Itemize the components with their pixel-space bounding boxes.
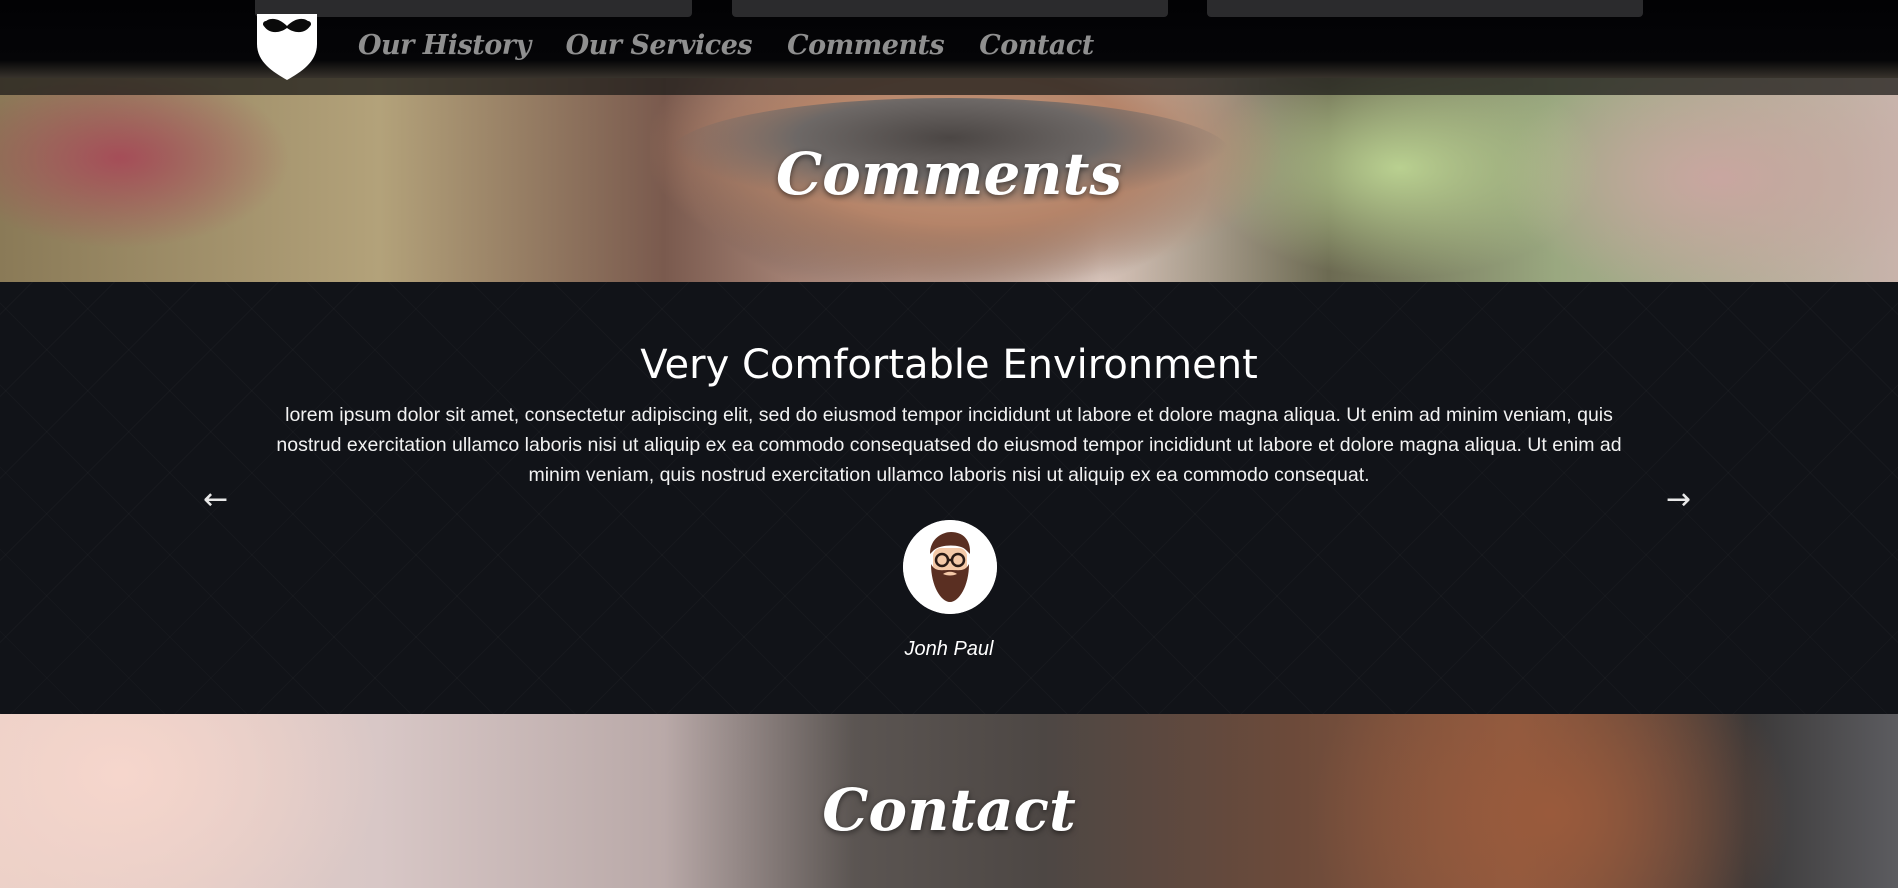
top-dropdown-panel [255,0,692,17]
contact-hero-banner: Contact [0,714,1898,888]
nav-link-comments[interactable]: Comments [787,30,945,61]
comments-section-title: Comments [775,140,1123,208]
nav-link-our-services[interactable]: Our Services [566,30,753,61]
testimonial-text: lorem ipsum dolor sit amet, consectetur … [276,404,1622,486]
testimonial-title: Very Comfortable Environment [640,342,1258,388]
bearded-man-avatar-icon [903,520,997,614]
top-dropdown-panel [732,0,1168,17]
main-nav: Our History Our Services Comments Contac… [358,30,1094,61]
slider-prev-arrow-icon[interactable]: ← [203,482,228,517]
nav-link-our-history[interactable]: Our History [358,30,531,61]
slider-next-arrow-icon[interactable]: → [1666,482,1691,517]
comments-hero-banner: Comments [0,78,1898,282]
navbar-shadow-strip [0,78,1898,95]
contact-section-title: Contact [822,776,1076,844]
top-navbar: Our History Our Services Comments Contac… [0,0,1898,95]
mustache-shield-logo-icon[interactable] [255,0,319,80]
nav-link-contact[interactable]: Contact [979,30,1094,61]
testimonial-slider: Very Comfortable Environment lorem ipsum… [0,282,1898,714]
top-dropdown-panel [1207,0,1643,17]
testimonial-author: Jonh Paul [904,638,994,660]
